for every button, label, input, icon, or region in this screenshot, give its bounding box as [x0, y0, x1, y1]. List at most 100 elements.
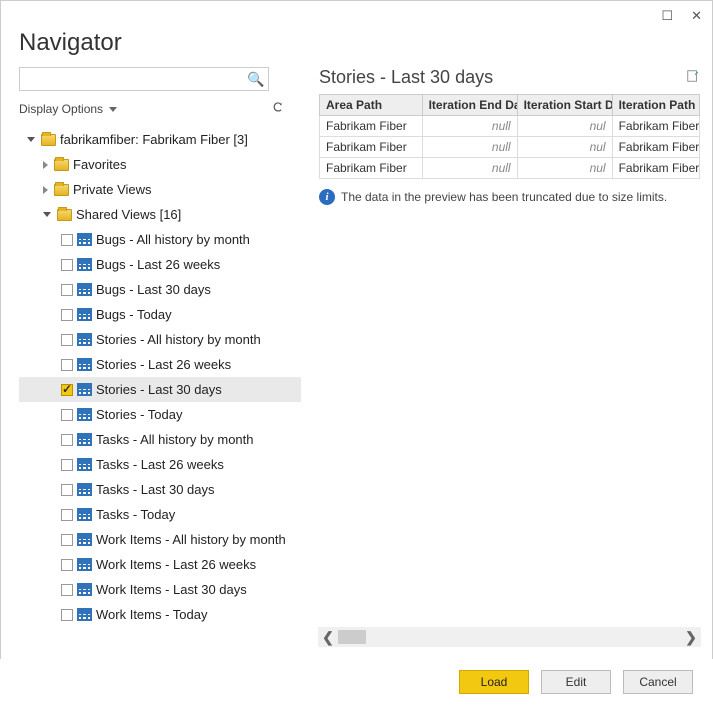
caret-icon[interactable]	[43, 212, 51, 217]
table-icon	[77, 608, 92, 621]
scroll-left-arrow[interactable]: ❮	[318, 627, 338, 647]
search-icon[interactable]: 🔍	[244, 68, 268, 90]
search-input[interactable]	[20, 68, 244, 90]
chevron-down-icon	[109, 107, 117, 112]
cell: Fabrikam Fiber	[320, 116, 423, 137]
tree-view-item[interactable]: Stories - All history by month	[19, 327, 301, 352]
checkbox[interactable]	[61, 459, 73, 471]
table-icon	[77, 583, 92, 596]
tree-view-label: Bugs - All history by month	[96, 232, 250, 247]
display-options-dropdown[interactable]: Display Options	[19, 102, 117, 116]
tree-view-item[interactable]: Tasks - Last 26 weeks	[19, 452, 301, 477]
tree-view-item[interactable]: Stories - Last 30 days	[19, 377, 301, 402]
checkbox[interactable]	[61, 534, 73, 546]
column-header[interactable]: Area Path	[320, 95, 423, 116]
cell: Fabrikam Fiber	[612, 137, 699, 158]
tree-view-item[interactable]: Bugs - All history by month	[19, 227, 301, 252]
refresh-icon[interactable]	[271, 101, 285, 118]
cell: null	[422, 137, 517, 158]
tree-view-item[interactable]: Tasks - All history by month	[19, 427, 301, 452]
tree-root[interactable]: fabrikamfiber: Fabrikam Fiber [3]	[19, 127, 301, 152]
tree-view-label: Tasks - Today	[96, 507, 175, 522]
maximize-button[interactable]: ☐	[661, 9, 673, 22]
folder-icon	[54, 159, 69, 171]
tree-view-item[interactable]: Stories - Today	[19, 402, 301, 427]
table-icon	[77, 233, 92, 246]
table-icon	[77, 558, 92, 571]
tree-view-item[interactable]: Work Items - All history by month	[19, 527, 301, 552]
cancel-button[interactable]: Cancel	[623, 670, 693, 694]
checkbox[interactable]	[61, 609, 73, 621]
preview-table: Area PathIteration End DateIteration Sta…	[319, 94, 700, 179]
tree-view-label: Tasks - All history by month	[96, 432, 254, 447]
tree-view-item[interactable]: Work Items - Last 26 weeks	[19, 552, 301, 577]
checkbox[interactable]	[61, 234, 73, 246]
checkbox[interactable]	[61, 334, 73, 346]
table-icon	[77, 458, 92, 471]
table-icon	[77, 433, 92, 446]
tree-view-label: Work Items - Today	[96, 607, 208, 622]
cell: nul	[517, 137, 612, 158]
table-row: Fabrikam FibernullnulFabrikam Fiber	[320, 116, 700, 137]
tree-view-item[interactable]: Tasks - Last 30 days	[19, 477, 301, 502]
tree-view-label: Bugs - Last 26 weeks	[96, 257, 220, 272]
checkbox[interactable]	[61, 559, 73, 571]
column-header[interactable]: Iteration Path	[612, 95, 699, 116]
tree-view-label: Stories - Last 26 weeks	[96, 357, 231, 372]
checkbox[interactable]	[61, 359, 73, 371]
cell: nul	[517, 116, 612, 137]
tree-view-item[interactable]: Work Items - Last 30 days	[19, 577, 301, 602]
tree-item-label: Shared Views [16]	[76, 207, 181, 222]
tree-view-item[interactable]: Bugs - Today	[19, 302, 301, 327]
folder-icon	[41, 134, 56, 146]
tree-view-item[interactable]: Stories - Last 26 weeks	[19, 352, 301, 377]
checkbox[interactable]	[61, 509, 73, 521]
checkbox[interactable]	[61, 409, 73, 421]
edit-button[interactable]: Edit	[541, 670, 611, 694]
tree-view-item[interactable]: Bugs - Last 26 weeks	[19, 252, 301, 277]
tree-view-label: Bugs - Today	[96, 307, 172, 322]
tree-root-label: fabrikamfiber: Fabrikam Fiber [3]	[60, 132, 248, 147]
tree-view-label: Stories - Today	[96, 407, 182, 422]
table-icon	[77, 283, 92, 296]
tree-view-item[interactable]: Tasks - Today	[19, 502, 301, 527]
close-button[interactable]: ✕	[691, 9, 702, 22]
load-button[interactable]: Load	[459, 670, 529, 694]
cell: nul	[517, 158, 612, 179]
tree-view-item[interactable]: Bugs - Last 30 days	[19, 277, 301, 302]
scroll-thumb[interactable]	[338, 630, 366, 644]
checkbox[interactable]	[61, 259, 73, 271]
column-header[interactable]: Iteration Start Date	[517, 95, 612, 116]
horizontal-scrollbar[interactable]: ❮ ❯	[318, 627, 701, 647]
tree-item-label: Favorites	[73, 157, 126, 172]
cell: Fabrikam Fiber	[612, 116, 699, 137]
display-options-label: Display Options	[19, 102, 103, 116]
tree-private-views[interactable]: Private Views	[19, 177, 301, 202]
scroll-track[interactable]	[338, 627, 681, 647]
table-row: Fabrikam FibernullnulFabrikam Fiber	[320, 158, 700, 179]
caret-icon[interactable]	[27, 137, 35, 142]
table-icon	[77, 258, 92, 271]
checkbox[interactable]	[61, 484, 73, 496]
tree-shared-views[interactable]: Shared Views [16]	[19, 202, 301, 227]
cell: Fabrikam Fiber	[612, 158, 699, 179]
table-icon	[77, 358, 92, 371]
info-text: The data in the preview has been truncat…	[341, 190, 667, 204]
checkbox[interactable]	[61, 584, 73, 596]
checkbox[interactable]	[61, 434, 73, 446]
tree-view-label: Tasks - Last 26 weeks	[96, 457, 224, 472]
preview-refresh-icon[interactable]	[686, 67, 700, 88]
column-header[interactable]: Iteration End Date	[422, 95, 517, 116]
tree-view-label: Work Items - Last 30 days	[96, 582, 247, 597]
checkbox[interactable]	[61, 309, 73, 321]
tree-view-item[interactable]: Work Items - Today	[19, 602, 301, 627]
checkbox[interactable]	[61, 384, 73, 396]
caret-icon[interactable]	[43, 186, 48, 194]
scroll-right-arrow[interactable]: ❯	[681, 627, 701, 647]
tree-view-label: Work Items - Last 26 weeks	[96, 557, 256, 572]
cell: null	[422, 158, 517, 179]
tree-favorites[interactable]: Favorites	[19, 152, 301, 177]
caret-icon[interactable]	[43, 161, 48, 169]
checkbox[interactable]	[61, 284, 73, 296]
search-box[interactable]: 🔍	[19, 67, 269, 91]
